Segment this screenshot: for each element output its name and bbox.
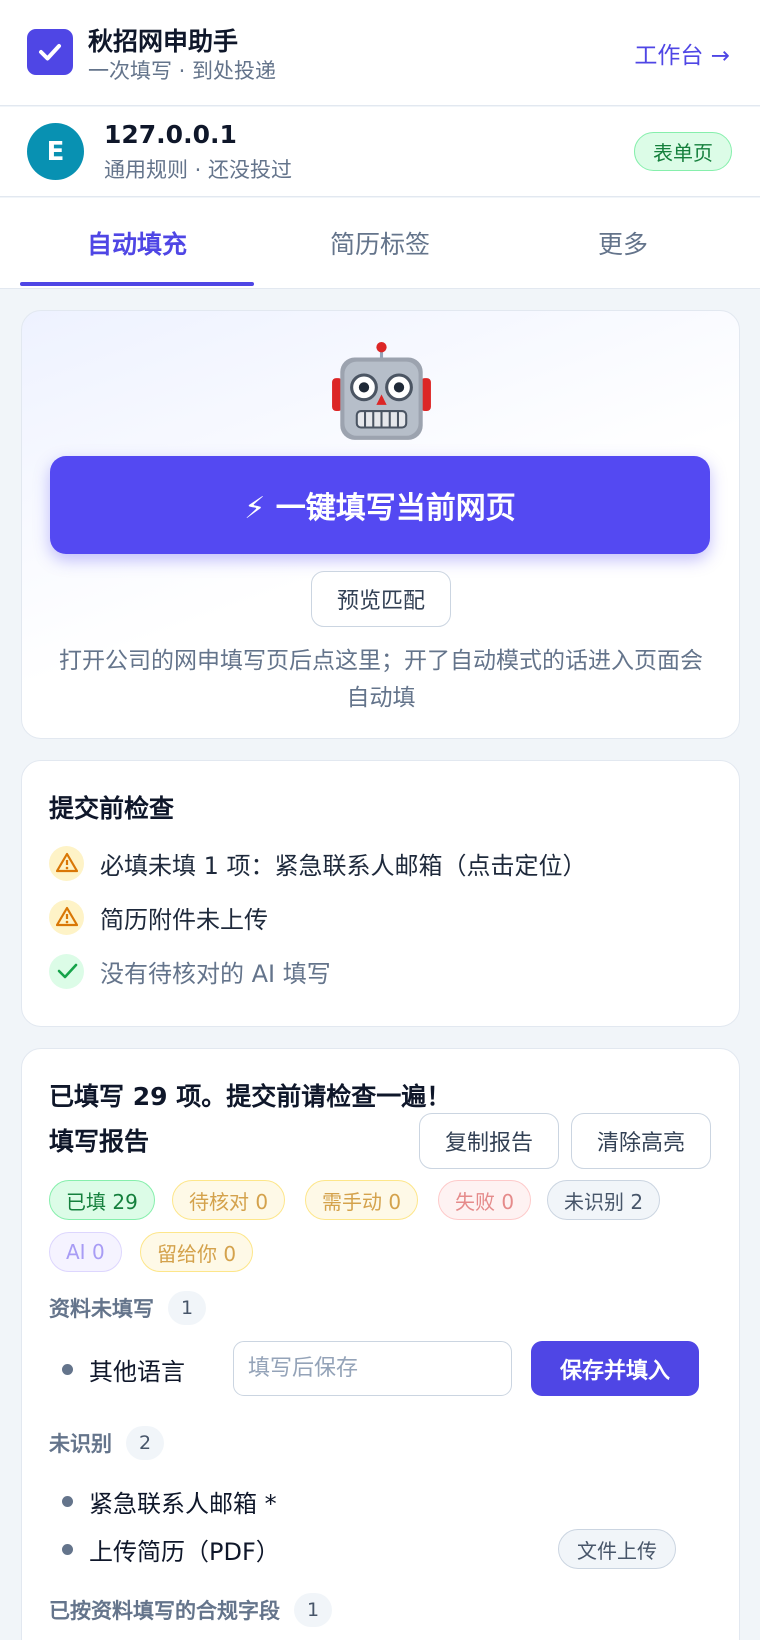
checkbox-check-icon	[27, 29, 73, 75]
check-icon	[49, 953, 84, 989]
section-unrecognized: 未识别 2	[49, 1426, 164, 1460]
warning-icon	[49, 899, 84, 935]
page-type-badge: 表单页	[634, 132, 732, 171]
tab-autofill[interactable]: 自动填充	[21, 198, 253, 288]
bullet-dot	[62, 1363, 73, 1375]
site-avatar: E	[27, 123, 84, 180]
other-language-input[interactable]	[233, 1341, 512, 1396]
tab-resume-tags[interactable]: 简历标签	[264, 198, 496, 288]
stat-failed[interactable]: 失败 0	[438, 1180, 532, 1220]
section-compliance-fields[interactable]: 已按资料填写的合规字段 1	[49, 1593, 332, 1627]
app-subtitle: 一次填写 · 到处投递	[88, 59, 277, 83]
stat-manual[interactable]: 需手动 0	[305, 1180, 419, 1220]
clear-highlight-button[interactable]: 清除高亮	[571, 1113, 711, 1169]
report-title: 填写报告	[49, 1127, 150, 1156]
precheck-item-ai: 没有待核对的 AI 填写	[49, 953, 331, 989]
section-missing-data: 资料未填写 1	[49, 1291, 206, 1325]
tab-bar: 自动填充 简历标签 更多	[0, 198, 760, 289]
app-header: 秋招网申助手 一次填写 · 到处投递 工作台 →	[0, 0, 760, 106]
precheck-item-attachment: 简历附件未上传	[49, 899, 268, 935]
workbench-link[interactable]: 工作台 →	[634, 36, 730, 70]
list-item: 其他语言	[62, 1349, 185, 1389]
active-tab-indicator	[20, 282, 254, 286]
site-status: 通用规则 · 还没投过	[104, 158, 293, 182]
count-badge: 2	[126, 1426, 164, 1460]
bullet-dot	[62, 1543, 73, 1555]
site-host: 127.0.0.1	[104, 120, 237, 149]
site-info-bar: E 127.0.0.1 通用规则 · 还没投过 表单页	[0, 107, 760, 197]
list-item[interactable]: 紧急联系人邮箱 *	[62, 1481, 277, 1521]
precheck-card: 提交前检查 必填未填 1 项：紧急联系人邮箱（点击定位） 简历附件未上传 没有待…	[21, 760, 740, 1027]
fill-summary: 已填写 29 项。提交前请检查一遍！	[49, 1082, 452, 1111]
count-badge: 1	[168, 1291, 206, 1325]
count-badge: 1	[294, 1593, 332, 1627]
stat-to-review[interactable]: 待核对 0	[172, 1180, 286, 1220]
stat-unrecognized[interactable]: 未识别 2	[547, 1180, 661, 1220]
bullet-dot	[62, 1495, 73, 1507]
tab-more[interactable]: 更多	[507, 198, 739, 288]
precheck-item-required[interactable]: 必填未填 1 项：紧急联系人邮箱（点击定位）	[49, 845, 587, 881]
preview-match-button[interactable]: 预览匹配	[311, 571, 451, 627]
autofill-card: ⚡ 一键填写当前网页 预览匹配 打开公司的网申填写页后点这里；开了自动模式的话进…	[21, 310, 740, 739]
stat-filled[interactable]: 已填 29	[49, 1180, 155, 1220]
fill-report-card: 已填写 29 项。提交前请检查一遍！ 填写报告 复制报告 清除高亮 已填 29 …	[21, 1048, 740, 1640]
robot-icon	[332, 342, 431, 440]
autofill-hint: 打开公司的网申填写页后点这里；开了自动模式的话进入页面会自动填	[59, 648, 703, 711]
warning-icon	[49, 845, 84, 881]
precheck-title: 提交前检查	[49, 794, 175, 823]
stat-left-for-you[interactable]: 留给你 0	[140, 1232, 254, 1272]
field-type-badge: 文件上传	[558, 1529, 676, 1569]
stat-ai[interactable]: AI 0	[49, 1232, 122, 1272]
save-and-fill-button[interactable]: 保存并填入	[531, 1341, 699, 1396]
app-title: 秋招网申助手	[88, 27, 239, 56]
one-click-fill-button[interactable]: ⚡ 一键填写当前网页	[50, 456, 710, 554]
copy-report-button[interactable]: 复制报告	[419, 1113, 559, 1169]
list-item[interactable]: 上传简历（PDF）	[62, 1529, 280, 1569]
